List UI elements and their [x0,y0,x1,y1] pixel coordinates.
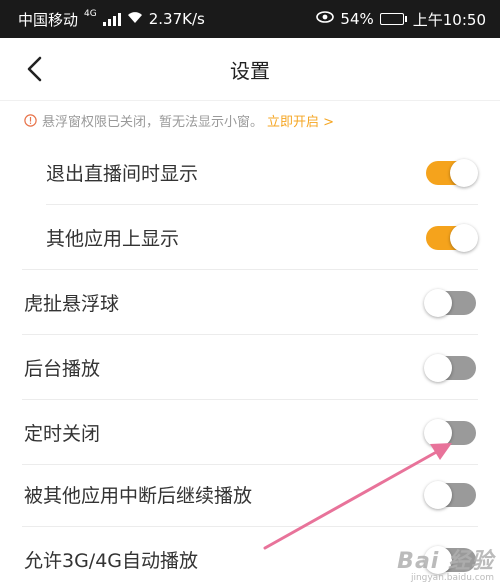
battery-icon [379,13,407,25]
network-badge: 4G [84,9,97,19]
toggle-knob [424,480,452,509]
toggle-switch[interactable] [424,418,476,447]
setting-label: 被其他应用中断后继续播放 [24,485,253,507]
eye-icon [316,11,335,27]
page-title: 设置 [230,58,270,83]
network-speed: 2.37K/s [148,10,205,28]
notice-text: 悬浮窗权限已关闭，暂无法显示小窗。 [42,115,264,130]
toggle-knob [424,288,452,317]
enable-now-link[interactable]: 立即开启 > [267,111,334,130]
watermark-logo: Bai 经验 [397,549,494,574]
setting-label: 退出直播间时显示 [46,163,199,185]
setting-row: 定时关闭 [0,400,500,465]
wifi-icon [127,11,143,28]
status-bar: 中国移动 4G 2.37K/s 54% 上午10:50 [0,0,500,38]
watermark-url: jingyan.baidu.com [410,573,494,583]
nav-bar: 设置 [0,38,500,100]
info-circle-icon [24,114,37,127]
setting-label: 允许3G/4G自动播放 [24,550,199,572]
setting-row: 退出直播间时显示 [0,140,500,205]
toggle-knob [424,353,452,382]
toggle-knob [424,418,452,447]
setting-label: 后台播放 [24,358,101,380]
battery-percent: 54% [340,10,374,28]
chevron-left-icon[interactable] [22,55,48,83]
setting-label: 其他应用上显示 [46,228,180,250]
clock-time: 上午10:50 [412,10,486,29]
toggle-switch[interactable] [424,480,476,509]
toggle-switch[interactable] [426,158,478,187]
toggle-switch[interactable] [424,288,476,317]
toggle-knob [450,223,478,252]
signal-icon [102,12,121,26]
carrier-name: 中国移动 [18,10,79,29]
toggle-switch[interactable] [424,353,476,382]
setting-label: 虎扯悬浮球 [24,293,120,315]
status-left: 中国移动 4G 2.37K/s [18,9,205,30]
toggle-switch[interactable] [426,223,478,252]
setting-row: 后台播放 [0,335,500,400]
toggle-knob [450,158,478,187]
setting-row: 被其他应用中断后继续播放 [0,462,500,527]
watermark: Bai 经验 jingyan.baidu.com [397,543,494,583]
permission-notice: 悬浮窗权限已关闭，暂无法显示小窗。 立即开启 > [0,100,500,140]
status-right: 54% 上午10:50 [316,9,486,30]
setting-label: 定时关闭 [24,423,101,445]
setting-row: 虎扯悬浮球 [0,270,500,335]
setting-row: 其他应用上显示 [0,205,500,270]
